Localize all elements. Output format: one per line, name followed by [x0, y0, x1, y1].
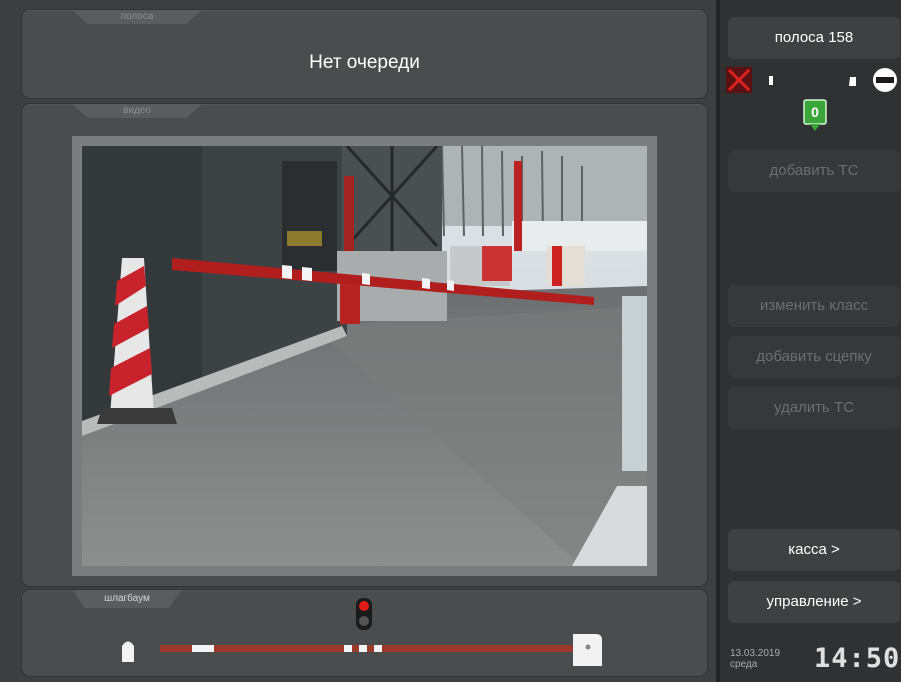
barrier-panel: шлагбаум	[22, 590, 707, 676]
control-button[interactable]: управление >	[728, 581, 900, 623]
date-block: 13.03.2019 среда	[730, 648, 780, 670]
camera-image	[82, 146, 647, 566]
cashier-button[interactable]: касса >	[728, 529, 900, 571]
lane-panel: полоса Нет очереди	[22, 10, 707, 98]
lane-button[interactable]: полоса 158	[728, 17, 900, 59]
barrier-right-post-icon	[573, 634, 602, 666]
sidebar: полоса 158 0 добавить ТС изменить класс …	[720, 0, 901, 682]
alert-cross-icon	[726, 67, 752, 93]
change-class-button[interactable]: изменить класс	[728, 285, 900, 327]
video-tab: видео	[72, 104, 202, 118]
video-frame	[72, 136, 657, 576]
main-area: полоса Нет очереди видео шлагбаум	[0, 0, 716, 682]
add-vehicle-button[interactable]: добавить ТС	[728, 150, 900, 192]
date-text: 13.03.2019	[730, 648, 781, 659]
barrier-left-post-icon	[122, 641, 134, 662]
weekday-text: среда	[730, 659, 758, 670]
lane-tab: полоса	[72, 10, 202, 24]
clock: 14:50	[814, 643, 901, 674]
barrier-diagram	[122, 598, 602, 666]
queue-count: 0	[811, 104, 819, 120]
camera-feed	[82, 146, 647, 566]
no-entry-icon	[873, 68, 897, 92]
add-trailer-button[interactable]: добавить сцепку	[728, 336, 900, 378]
queue-status: Нет очереди	[309, 52, 420, 73]
delete-vehicle-button[interactable]: удалить ТС	[728, 387, 900, 429]
small-block-icon	[849, 77, 856, 86]
small-post-icon	[769, 76, 773, 85]
status-icons	[726, 67, 897, 131]
traffic-light-icon	[356, 598, 372, 630]
video-panel: видео	[22, 104, 707, 586]
